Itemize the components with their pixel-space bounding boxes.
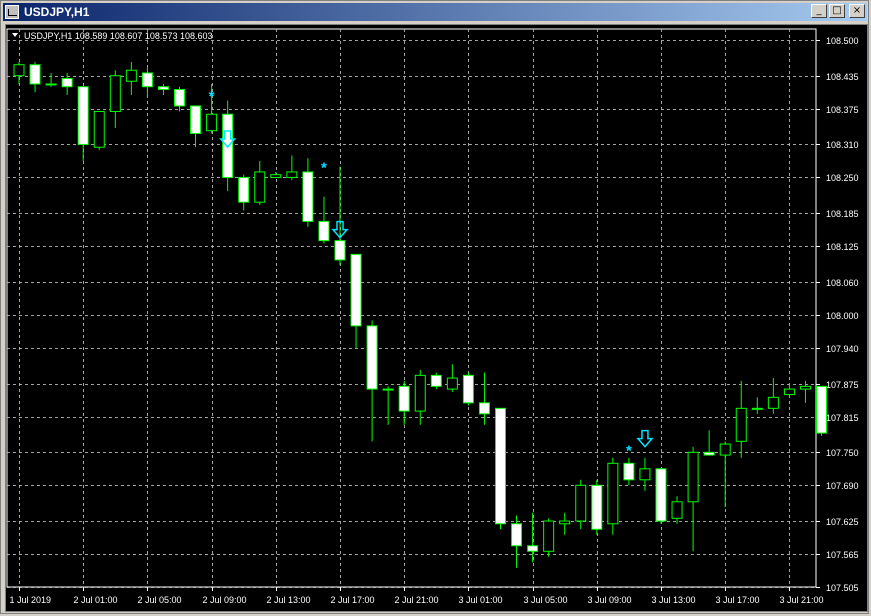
candlestick-chart[interactable]: 108.500 108.435 108.375 108.310 108.250 108.1… — [6, 25, 867, 611]
star-signal-icon: * — [209, 88, 215, 105]
y-tick-label: 108.375 — [826, 105, 859, 115]
candle-body — [286, 171, 298, 178]
y-tick-label: 108.060 — [826, 278, 859, 288]
candle-body — [527, 545, 539, 552]
candle-body — [238, 176, 250, 203]
candle-body — [639, 468, 651, 481]
candle-body — [767, 396, 779, 409]
maximize-button[interactable]: □ — [829, 4, 845, 18]
candle-body — [703, 451, 715, 456]
candle-body — [61, 77, 73, 88]
y-tick-label: 108.310 — [826, 140, 859, 150]
candle-body — [462, 374, 474, 404]
candle-body — [495, 407, 506, 525]
star-signal-icon: * — [626, 443, 632, 460]
x-tick-label: 3 Jul 21:00 — [780, 595, 824, 605]
y-tick-label: 108.500 — [826, 36, 859, 46]
x-tick-label: 2 Jul 13:00 — [267, 595, 311, 605]
x-tick-label: 3 Jul 13:00 — [652, 595, 696, 605]
candle-body — [735, 407, 747, 442]
y-tick-label: 107.625 — [826, 517, 859, 527]
x-tick-label: 2 Jul 09:00 — [203, 595, 247, 605]
y-tick-label: 108.125 — [826, 242, 859, 252]
candle-body — [382, 388, 394, 391]
candle-body — [414, 374, 426, 412]
arrow-down-signal-icon — [636, 429, 654, 448]
y-tick-label: 107.690 — [826, 481, 859, 491]
x-tick-label: 2 Jul 21:00 — [395, 595, 439, 605]
candle-body — [318, 220, 330, 242]
candle-body — [816, 385, 827, 434]
candle-body — [254, 171, 266, 203]
candle-body — [270, 174, 282, 178]
minimize-button[interactable]: _ — [811, 4, 827, 18]
candle-body — [366, 325, 378, 390]
y-tick-label: 107.940 — [826, 344, 859, 354]
candle-body — [543, 520, 555, 552]
window-titlebar[interactable]: USDJPY,H1 _ □ × — [3, 3, 867, 21]
candle-body — [655, 468, 667, 522]
candle-body — [13, 64, 25, 77]
x-tick-label: 3 Jul 05:00 — [524, 595, 568, 605]
candle-body — [157, 86, 169, 90]
chart-window-icon — [5, 5, 19, 19]
window-controls: _ □ × — [811, 4, 865, 18]
dropdown-triangle-icon — [12, 33, 18, 37]
candle-body — [671, 501, 683, 519]
candle-body — [109, 75, 121, 112]
candle-body — [687, 451, 699, 503]
candle-body — [45, 83, 57, 86]
x-tick-label: 3 Jul 01:00 — [459, 595, 503, 605]
chart-window: USDJPY,H1 _ □ × 108.500 108.435 108.375 108… — [0, 0, 869, 614]
chart-area[interactable]: 108.500 108.435 108.375 108.310 108.250 108.1… — [5, 24, 868, 612]
y-tick-label: 108.000 — [826, 311, 859, 321]
candle-body — [125, 69, 137, 82]
x-tick-label: 3 Jul 09:00 — [588, 595, 632, 605]
ohlc-info-label: USDJPY,H1 108.589 108.607 108.573 108.60… — [24, 31, 213, 41]
candle-body — [623, 462, 635, 481]
candle-body — [350, 253, 362, 327]
window-title: USDJPY,H1 — [24, 5, 90, 19]
candle-body — [799, 385, 811, 390]
candle-body — [398, 385, 410, 412]
star-signal-icon: * — [321, 159, 327, 176]
x-tick-label: 1 Jul 2019 — [10, 595, 52, 605]
candle-body — [783, 388, 795, 396]
candle-body — [77, 86, 89, 145]
candle-body — [93, 110, 105, 148]
candle-body — [174, 88, 185, 107]
candle-body — [302, 171, 314, 222]
y-tick-label: 107.815 — [826, 413, 859, 423]
candle-body — [141, 72, 153, 88]
candle-body — [446, 377, 458, 390]
y-tick-label: 108.185 — [826, 209, 859, 219]
x-tick-label: 2 Jul 17:00 — [331, 595, 375, 605]
candle-body — [591, 484, 603, 530]
candle-body — [206, 113, 218, 132]
candle-body — [751, 407, 763, 410]
candle-body — [719, 443, 731, 456]
candle-body — [478, 402, 490, 415]
candle-body — [334, 240, 346, 261]
x-tick-label: 3 Jul 17:00 — [716, 595, 760, 605]
close-button[interactable]: × — [849, 4, 865, 18]
candle-body — [29, 64, 41, 85]
candle-body — [190, 105, 202, 134]
candle-body — [430, 374, 442, 387]
plot-border — [6, 28, 817, 588]
candle-body — [511, 523, 523, 547]
y-tick-label: 107.565 — [826, 550, 859, 560]
x-tick-label: 2 Jul 01:00 — [74, 595, 118, 605]
y-tick-label: 107.750 — [826, 448, 859, 458]
x-tick-label: 2 Jul 05:00 — [138, 595, 182, 605]
y-tick-label: 107.505 — [826, 583, 859, 593]
candle-body — [559, 520, 571, 525]
y-tick-label: 108.435 — [826, 72, 859, 82]
candle-body — [607, 462, 619, 525]
y-tick-label: 108.250 — [826, 173, 859, 183]
y-tick-label: 107.875 — [826, 380, 859, 390]
candle-body — [575, 484, 587, 522]
